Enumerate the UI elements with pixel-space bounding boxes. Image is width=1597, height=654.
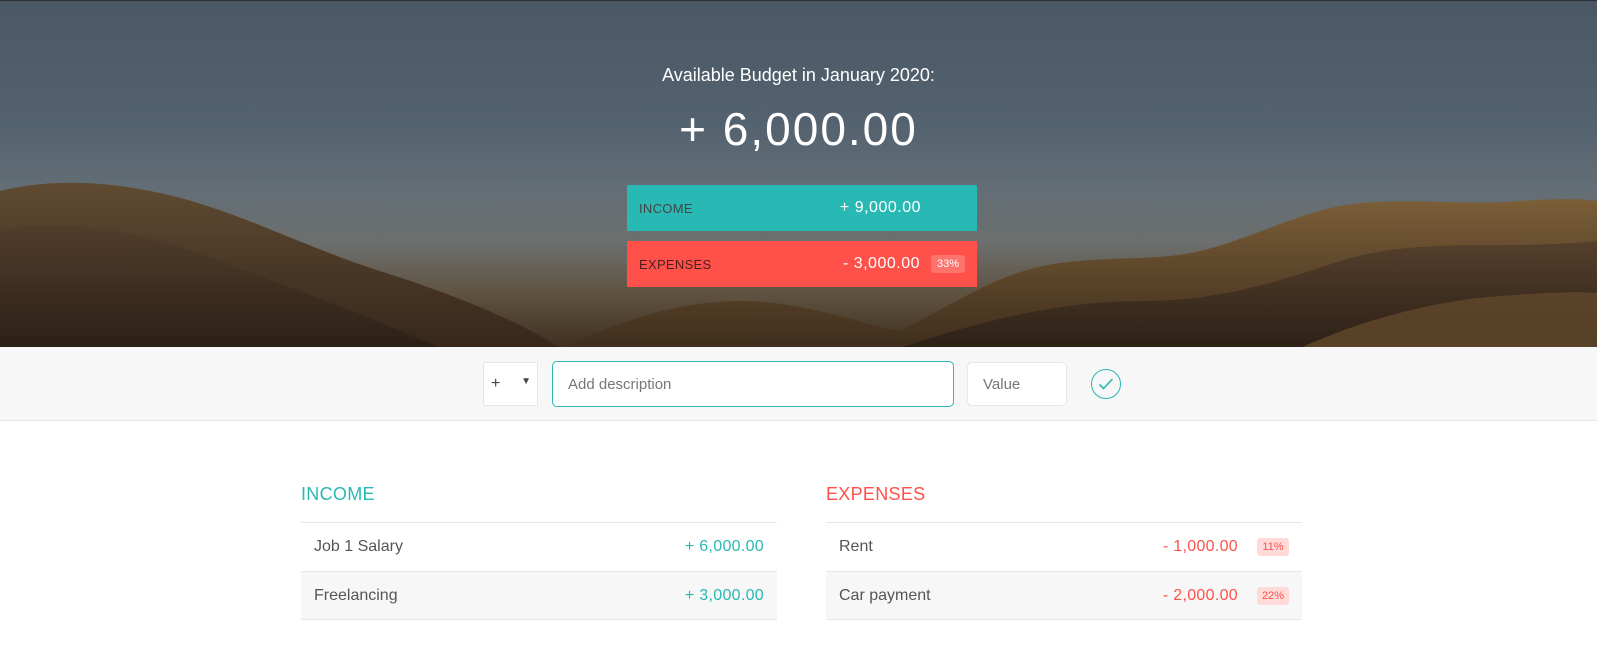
income-item[interactable]: Job 1 Salary + 6,000.00 [301, 522, 777, 571]
income-list: Income Job 1 Salary + 6,000.00 Freelanci… [301, 480, 777, 620]
dropdown-arrow-icon: ▼ [521, 376, 531, 387]
expense-percentage-badge: 11% [1257, 538, 1289, 556]
expenses-summary: Expenses - 3,000.00 33% [627, 241, 977, 287]
hero-overlay [0, 1, 1597, 347]
budget-header: Available Budget in January 2020: + 6,00… [0, 0, 1597, 347]
expense-percentage-badge: 22% [1256, 586, 1289, 605]
income-list-title: Income [301, 484, 375, 504]
value-input[interactable] [967, 362, 1067, 406]
income-item-value: + 3,000.00 [684, 586, 764, 604]
income-summary-label: Income [639, 200, 693, 216]
expenses-percentage-badge: 33% [931, 255, 965, 273]
add-button[interactable] [1091, 369, 1121, 399]
expense-item-value: - 2,000.00 [1162, 586, 1238, 604]
expenses-list-title: Expenses [826, 484, 926, 504]
expenses-summary-value: - 3,000.00 [842, 255, 920, 272]
add-item-bar: + ▼ [0, 347, 1597, 421]
budget-value: + 6,000.00 [679, 103, 918, 155]
expenses-summary-label: Expenses [639, 256, 712, 272]
expense-item[interactable]: Rent - 1,000.00 11% [826, 522, 1302, 571]
expenses-list: Expenses Rent - 1,000.00 11% Car payment… [826, 480, 1302, 620]
expense-item-description: Rent [839, 538, 873, 555]
expense-item-description: Car payment [839, 586, 931, 604]
description-input[interactable] [552, 361, 954, 407]
type-select-value: + [491, 375, 501, 392]
type-select[interactable]: + ▼ [483, 362, 538, 406]
checkmark-circle-icon [1098, 378, 1114, 390]
income-summary-value: + 9,000.00 [839, 199, 921, 216]
income-item-description: Job 1 Salary [314, 538, 403, 555]
expense-item-value: - 1,000.00 [1162, 538, 1238, 555]
income-item-value: + 6,000.00 [684, 538, 764, 555]
budget-title: Available Budget in January 2020: [662, 65, 935, 85]
income-item[interactable]: Freelancing + 3,000.00 [301, 571, 777, 620]
income-item-description: Freelancing [314, 586, 398, 604]
expense-item[interactable]: Car payment - 2,000.00 22% [826, 571, 1302, 620]
income-summary: Income + 9,000.00 [627, 185, 977, 231]
